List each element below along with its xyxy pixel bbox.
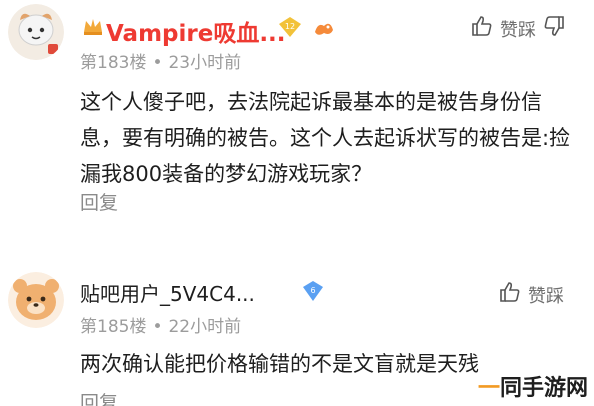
reply-button[interactable]: 回复 [80, 388, 118, 406]
floor-number: 第185楼 [80, 317, 147, 337]
verified-badge-icon: 6 [302, 280, 324, 302]
username[interactable]: Vampire吸血... [106, 14, 286, 48]
comment-text: 这个人傻子吧，去法院起诉最基本的是被告身份信息，要有明确的被告。这个人去起诉状写… [80, 90, 571, 186]
level-badge-icon: 12 [278, 16, 302, 38]
username[interactable]: 贴吧用户_5V4C4... [80, 278, 255, 307]
floor-number: 第183楼 [80, 53, 147, 73]
thumb-up-icon[interactable] [470, 14, 494, 43]
vote-label: 赞踩 [500, 19, 536, 41]
comment-meta: 第185楼 • 22小时前 [80, 312, 241, 337]
avatar[interactable] [8, 4, 64, 60]
vote-controls: 赞踩 [498, 280, 564, 309]
comment-meta: 第183楼 • 23小时前 [80, 48, 241, 73]
crown-icon [82, 16, 104, 36]
level-badge-text: 6 [310, 286, 315, 295]
thumb-down-icon[interactable] [542, 14, 566, 43]
vote-controls: 赞踩 [470, 14, 566, 43]
comment-183: Vampire吸血... 12 第183楼 • 23小时前 这个人傻子吧，去法院起诉… [0, 0, 594, 262]
watermark-text: 同手游网 [499, 376, 588, 401]
separator-dot: • [152, 53, 163, 73]
timestamp: 22小时前 [168, 317, 242, 337]
site-watermark: 一同手游网 [478, 370, 588, 402]
dragon-icon [312, 18, 336, 38]
timestamp: 23小时前 [168, 53, 242, 73]
watermark-first-char: 一 [477, 376, 500, 401]
reply-button[interactable]: 回复 [80, 188, 118, 215]
thumb-up-icon[interactable] [498, 280, 522, 309]
avatar[interactable] [8, 272, 64, 328]
separator-dot: • [152, 317, 163, 337]
level-badge-text: 12 [285, 22, 295, 31]
vote-label: 赞踩 [528, 285, 564, 307]
